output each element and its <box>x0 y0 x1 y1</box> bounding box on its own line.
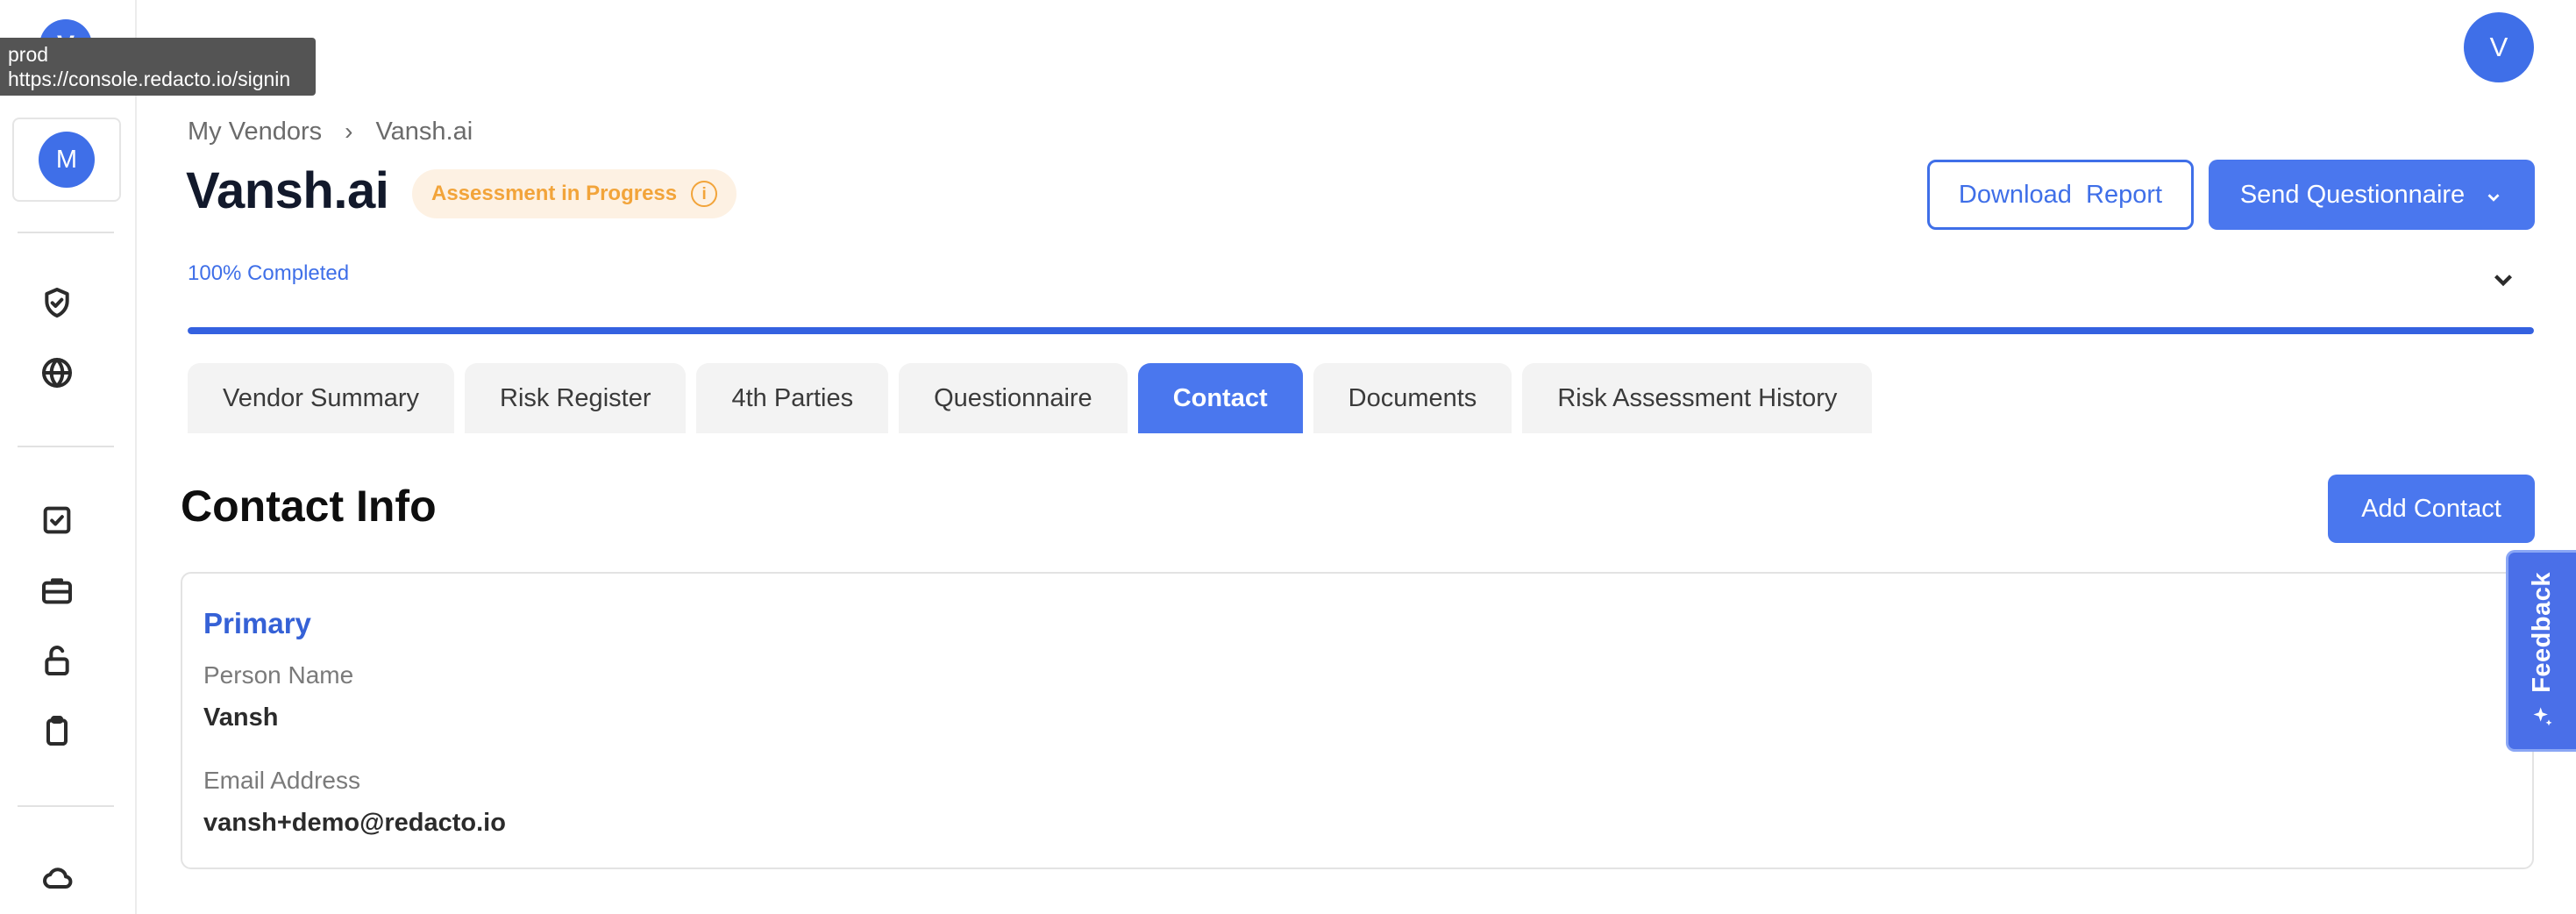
send-questionnaire-button[interactable]: Send Questionnaire <box>2209 160 2535 230</box>
feedback-label: Feedback <box>2528 572 2556 693</box>
tab-bar: Vendor Summary Risk Register 4th Parties… <box>188 363 1882 433</box>
tooltip-env: prod <box>8 43 49 66</box>
chevron-right-icon: › <box>345 118 353 145</box>
email-address-label: Email Address <box>203 767 360 794</box>
download-report-label: Download Report <box>1958 180 2163 209</box>
section-title: Contact Info <box>181 482 437 531</box>
tab-documents[interactable]: Documents <box>1313 363 1512 433</box>
tab-risk-assessment-history[interactable]: Risk Assessment History <box>1522 363 1873 433</box>
progress-bar <box>188 327 2534 334</box>
breadcrumb-current: Vansh.ai <box>375 117 473 146</box>
checkbox-icon[interactable] <box>35 498 79 542</box>
tab-4th-parties[interactable]: 4th Parties <box>696 363 889 433</box>
status-badge: Assessment in Progress i <box>412 169 737 218</box>
download-report-button[interactable]: Download Report <box>1927 160 2194 230</box>
progress-bar-fill <box>188 327 2534 334</box>
briefcase-icon[interactable] <box>35 568 79 612</box>
tooltip-url: https://console.redacto.io/signin <box>8 68 291 90</box>
progress-label: 100% Completed <box>188 261 350 285</box>
chevron-down-icon[interactable] <box>2488 265 2518 295</box>
sparkle-icon <box>2530 705 2555 730</box>
url-tooltip: prod https://console.redacto.io/signin <box>0 38 316 96</box>
add-contact-button[interactable]: Add Contact <box>2328 475 2535 543</box>
person-name-label: Person Name <box>203 661 354 689</box>
contact-card-heading: Primary <box>203 607 311 639</box>
page-title: Vansh.ai <box>186 162 389 219</box>
shield-check-icon[interactable] <box>35 281 79 325</box>
feedback-button[interactable]: Feedback <box>2506 550 2576 752</box>
globe-icon[interactable] <box>35 351 79 395</box>
status-badge-label: Assessment in Progress <box>431 182 678 205</box>
tab-contact[interactable]: Contact <box>1137 363 1303 433</box>
sidebar-divider <box>18 805 114 807</box>
breadcrumb: My Vendors › Vansh.ai <box>188 116 473 147</box>
contact-card: Primary Person Name Vansh Email Address … <box>181 572 2534 869</box>
tab-questionnaire[interactable]: Questionnaire <box>899 363 1128 433</box>
clipboard-icon[interactable] <box>35 709 79 753</box>
breadcrumb-my-vendors[interactable]: My Vendors <box>188 118 322 146</box>
chevron-down-icon <box>2484 185 2503 204</box>
email-address-value: vansh+demo@redacto.io <box>203 809 506 837</box>
cloud-icon[interactable] <box>35 856 79 900</box>
user-avatar[interactable]: V <box>2464 12 2534 82</box>
sidebar-divider <box>18 446 114 447</box>
tab-risk-register[interactable]: Risk Register <box>465 363 687 433</box>
sidebar-divider <box>18 232 114 233</box>
person-name-value: Vansh <box>203 703 279 732</box>
app-root: V prod https://console.redacto.io/signin… <box>0 0 2576 914</box>
tab-vendor-summary[interactable]: Vendor Summary <box>188 363 455 433</box>
info-icon[interactable]: i <box>691 181 718 207</box>
workspace-avatar: M <box>39 132 95 188</box>
unlock-icon[interactable] <box>35 639 79 682</box>
workspace-switcher[interactable]: M <box>12 118 121 202</box>
send-questionnaire-label: Send Questionnaire <box>2239 180 2466 209</box>
sidebar: V prod https://console.redacto.io/signin… <box>0 0 316 914</box>
